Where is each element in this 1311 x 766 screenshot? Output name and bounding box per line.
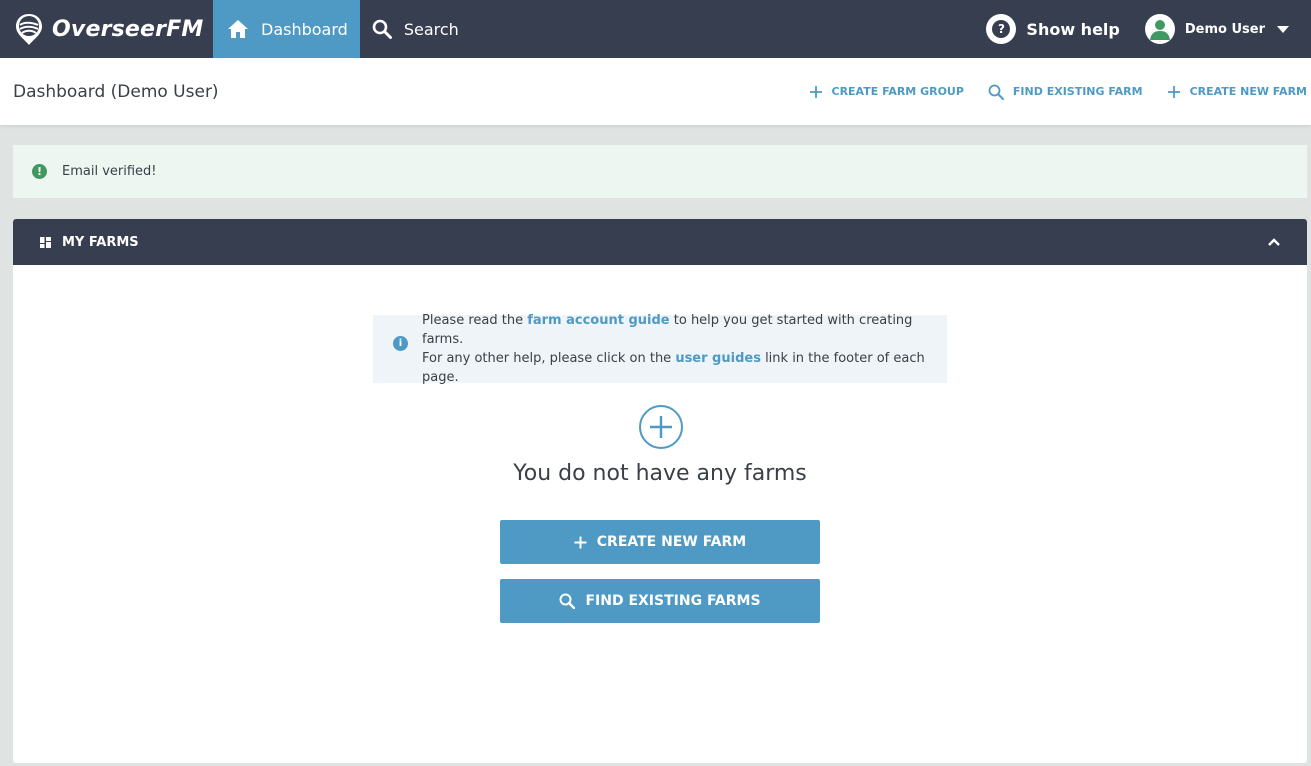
- user-avatar-icon: [1144, 14, 1175, 44]
- nav-dashboard-label: Dashboard: [261, 19, 348, 39]
- user-guides-link[interactable]: user guides: [675, 351, 761, 366]
- search-icon: [988, 84, 1004, 100]
- exclamation-icon: !: [32, 164, 47, 179]
- app-logo[interactable]: OverseerFM: [0, 0, 213, 58]
- add-circle-icon: [639, 405, 683, 449]
- app-name: OverseerFM: [52, 16, 204, 42]
- find-existing-farm-label: FIND EXISTING FARM: [1012, 85, 1143, 98]
- top-navbar: OverseerFM Dashboard Search ? Show help …: [0, 0, 1311, 58]
- create-new-farm-header-button[interactable]: CREATE NEW FARM: [1167, 85, 1307, 99]
- find-existing-farm-button[interactable]: FIND EXISTING FARM: [988, 84, 1143, 100]
- page-header: Dashboard (Demo User) CREATE FARM GROUP …: [0, 58, 1311, 125]
- show-help-label: Show help: [1026, 19, 1120, 39]
- empty-state-message: You do not have any farms: [513, 461, 807, 486]
- plus-icon: [574, 536, 587, 548]
- header-actions: CREATE FARM GROUP FIND EXISTING FARM CRE…: [785, 84, 1311, 100]
- plus-icon: [809, 85, 822, 98]
- search-icon: [372, 19, 392, 39]
- info-line2-text: For any other help, please click on the: [422, 351, 676, 366]
- chevron-down-icon: [1277, 25, 1289, 33]
- info-box: i Please read the farm account guide to …: [373, 313, 947, 385]
- show-help-button[interactable]: ? Show help: [986, 14, 1120, 44]
- create-new-farm-label: CREATE NEW FARM: [596, 534, 747, 550]
- find-existing-farms-label: FIND EXISTING FARMS: [585, 593, 761, 609]
- create-farm-group-button[interactable]: CREATE FARM GROUP: [809, 85, 964, 99]
- farm-account-guide-link[interactable]: farm account guide: [527, 313, 669, 328]
- grid-icon: [40, 236, 51, 248]
- create-farm-group-label: CREATE FARM GROUP: [831, 85, 964, 98]
- success-alert: ! Email verified!: [13, 145, 1307, 198]
- info-icon: i: [393, 335, 408, 351]
- nav-search[interactable]: Search: [360, 0, 471, 58]
- help-icon: ?: [986, 14, 1017, 44]
- create-new-farm-header-label: CREATE NEW FARM: [1189, 85, 1307, 98]
- info-line1-text: Please read the: [422, 313, 528, 328]
- chevron-up-icon[interactable]: [1267, 237, 1281, 247]
- plus-icon: [1167, 85, 1180, 98]
- alert-text: Email verified!: [62, 164, 157, 179]
- home-icon: [228, 20, 248, 38]
- find-existing-farms-button[interactable]: FIND EXISTING FARMS: [500, 579, 820, 623]
- page-title: Dashboard (Demo User): [13, 81, 219, 102]
- panel-header[interactable]: MY FARMS: [13, 219, 1307, 265]
- my-farms-panel: MY FARMS i Please read the farm account …: [13, 219, 1307, 763]
- user-menu[interactable]: Demo User: [1144, 14, 1289, 44]
- logo-icon: [16, 14, 42, 45]
- create-new-farm-button[interactable]: CREATE NEW FARM: [500, 520, 820, 564]
- search-icon: [559, 593, 576, 609]
- nav-dashboard[interactable]: Dashboard: [213, 0, 360, 58]
- info-text: Please read the farm account guide to he…: [422, 311, 947, 387]
- panel-title: MY FARMS: [62, 234, 139, 250]
- user-name: Demo User: [1184, 21, 1265, 37]
- nav-search-label: Search: [403, 19, 459, 39]
